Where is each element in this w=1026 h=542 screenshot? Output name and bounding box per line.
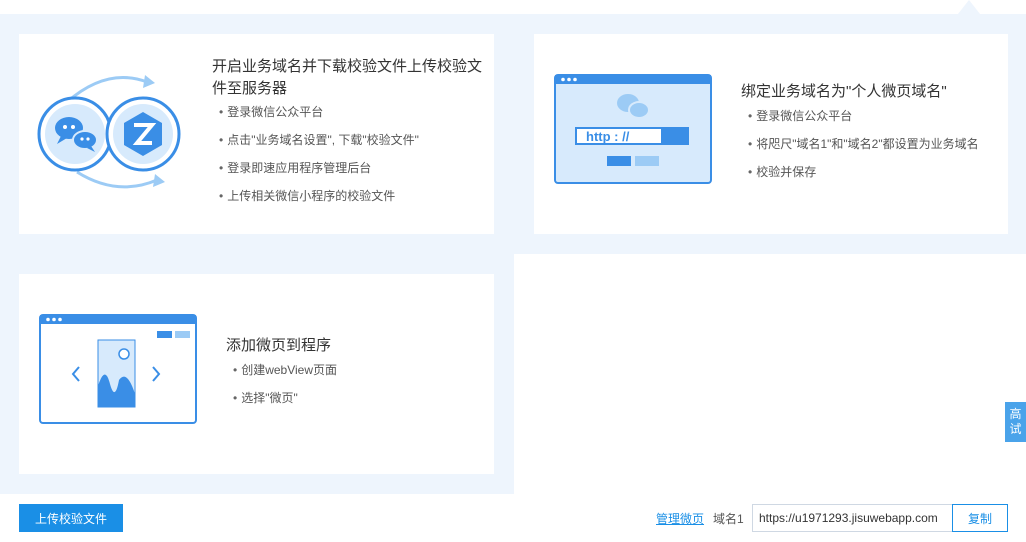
list-item: 点击"业务域名设置", 下载"校验文件" xyxy=(219,126,419,154)
list-item: 登录即速应用程序管理后台 xyxy=(219,154,419,182)
domain-label: 域名1 xyxy=(713,512,744,526)
list-item: 校验并保存 xyxy=(748,158,979,186)
step-card-upload-verification: 开启业务域名并下载校验文件上传校验文 件至服务器 登录微信公众平台 点击"业务域… xyxy=(19,34,494,234)
side-tab-line: 试 xyxy=(1009,422,1022,436)
wechat-zhichi-logo-icon xyxy=(37,75,181,189)
copy-button[interactable]: 复制 xyxy=(952,504,1008,532)
step-bullet-list: 创建webView页面 选择"微页" xyxy=(233,356,337,412)
step-title: 添加微页到程序 xyxy=(226,337,332,354)
manage-micro-page-link[interactable]: 管理微页 xyxy=(656,510,704,527)
list-item: 创建webView页面 xyxy=(233,356,337,384)
step-title: 绑定业务域名为"个人微页域名" xyxy=(741,83,947,100)
webview-page-icon xyxy=(39,314,197,424)
step-card-bind-domain: http : // 绑定业务域名为"个人微页域名" 登录微信公众平台 将咫尺"域… xyxy=(534,34,1008,234)
side-tab-line: 高 xyxy=(1009,407,1022,421)
browser-http-icon xyxy=(554,74,712,184)
upload-verification-file-button[interactable]: 上传校验文件 xyxy=(19,504,123,532)
url-text: http : // xyxy=(586,129,630,144)
list-item: 上传相关微信小程序的校验文件 xyxy=(219,182,419,210)
list-item: 登录微信公众平台 xyxy=(219,98,419,126)
domain-url-field[interactable] xyxy=(752,504,954,532)
side-float-tab[interactable]: 高 试 xyxy=(1005,402,1026,442)
panel-caret xyxy=(958,0,980,14)
list-item: 选择"微页" xyxy=(233,384,337,412)
list-item: 将咫尺"域名1"和"域名2"都设置为业务域名 xyxy=(748,130,978,158)
step-title: 开启业务域名并下载校验文件上传校验文 件至服务器 xyxy=(212,58,483,97)
step-card-add-page: 添加微页到程序 创建webView页面 选择"微页" xyxy=(19,274,494,474)
step-bullet-list: 登录微信公众平台 将咫尺"域名1"和"域名2"都设置为业务域名 校验并保存 xyxy=(748,102,979,186)
list-item: 登录微信公众平台 xyxy=(748,102,979,130)
step-bullet-list: 登录微信公众平台 点击"业务域名设置", 下载"校验文件" 登录即速应用程序管理… xyxy=(219,98,419,210)
